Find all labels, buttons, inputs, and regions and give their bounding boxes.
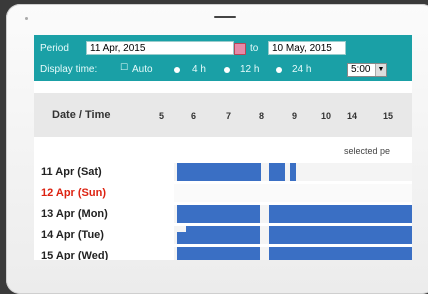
radio-24h[interactable]: [276, 67, 282, 73]
radio-12h[interactable]: [224, 67, 230, 73]
hour-header: 9: [292, 111, 298, 121]
radio-12h-label: 12 h: [240, 64, 260, 75]
row-date-label: 15 Apr (Wed): [41, 250, 109, 260]
time-select[interactable]: 5:00 ▼: [347, 63, 387, 77]
start-date-input[interactable]: 11 Apr, 2015: [86, 41, 234, 55]
selected-period-label: selected pe: [344, 146, 391, 156]
booked-slot[interactable]: [290, 163, 296, 181]
hour-header: 7: [226, 111, 232, 121]
row-date-label: 14 Apr (Tue): [41, 229, 104, 241]
row-date-label: 13 Apr (Mon): [41, 208, 108, 220]
radio-4h-label: 4 h: [192, 64, 206, 75]
hour-header: 5: [159, 111, 165, 121]
calendar-icon[interactable]: [234, 43, 246, 55]
date-time-header: Date / Time: [52, 109, 111, 121]
hour-header: 6: [191, 111, 197, 121]
auto-label: Auto: [132, 64, 153, 75]
app-screen: Period 11 Apr, 2015 to 10 May, 2015 Disp…: [34, 35, 412, 260]
to-label: to: [250, 43, 259, 54]
period-label: Period: [40, 43, 69, 54]
booked-slot[interactable]: [269, 205, 412, 223]
radio-24h-label: 24 h: [292, 64, 312, 75]
filter-toolbar: Period 11 Apr, 2015 to 10 May, 2015 Disp…: [34, 35, 412, 81]
speaker-slot: [214, 16, 236, 18]
checkbox-icon[interactable]: ☐: [120, 62, 128, 73]
table-row[interactable]: [174, 247, 412, 260]
display-time-label: Display time:: [40, 64, 98, 75]
table-row[interactable]: [174, 226, 412, 244]
table-row[interactable]: [174, 184, 412, 202]
booked-slot[interactable]: [177, 247, 260, 260]
booked-slot[interactable]: [269, 226, 412, 244]
table-row[interactable]: [174, 205, 412, 223]
booked-slot[interactable]: [177, 163, 261, 181]
booked-slot[interactable]: [269, 163, 285, 181]
chevron-down-icon[interactable]: ▼: [375, 64, 386, 76]
radio-4h[interactable]: [174, 67, 180, 73]
time-select-value: 5:00: [351, 64, 371, 75]
hour-header: 10: [321, 111, 332, 121]
booked-slot[interactable]: [186, 226, 260, 244]
booked-slot[interactable]: [177, 205, 260, 223]
row-date-label: 12 Apr (Sun): [41, 187, 106, 199]
hour-header: 15: [383, 111, 394, 121]
hour-header: 8: [259, 111, 265, 121]
grid-header: Date / Time 5 6 7 8 9 10 14 15: [34, 93, 412, 137]
table-row[interactable]: [174, 163, 412, 181]
booked-slot[interactable]: [177, 232, 186, 244]
booked-slot[interactable]: [269, 247, 412, 260]
hour-header: 14: [347, 111, 358, 121]
frame-dot: [25, 17, 28, 20]
end-date-input[interactable]: 10 May, 2015: [268, 41, 346, 55]
row-date-label: 11 Apr (Sat): [41, 166, 102, 178]
